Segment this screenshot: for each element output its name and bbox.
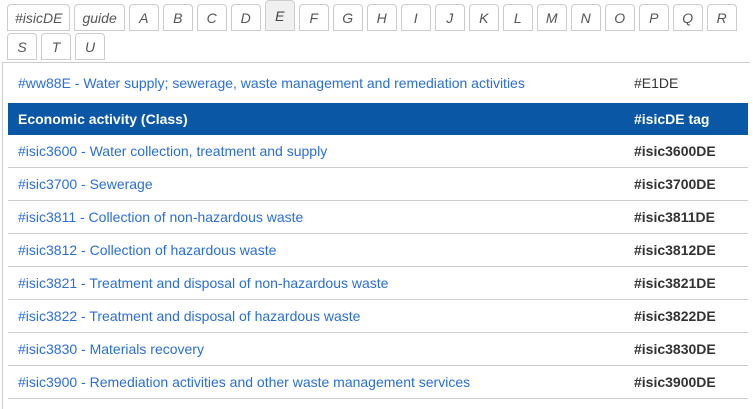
activity-cell: #isic3812 - Collection of hazardous wast… <box>8 233 626 267</box>
tab-p[interactable]: P <box>638 4 669 31</box>
activity-link[interactable]: #isic3821 - Treatment and disposal of no… <box>18 275 388 291</box>
tag-value: #isic3812DE <box>626 233 748 267</box>
activity-link[interactable]: #isic3900 - Remediation activities and o… <box>18 374 470 390</box>
tag-value: #isic3830DE <box>626 332 748 366</box>
section-link[interactable]: #ww88E - Water supply; sewerage, waste m… <box>18 75 525 91</box>
tab-row-2: S T U <box>7 33 753 60</box>
tab-k[interactable]: K <box>468 4 499 31</box>
activity-cell: #isic3700 - Sewerage <box>8 167 626 201</box>
section-tag: #E1DE <box>634 75 679 91</box>
tab-c[interactable]: C <box>196 4 227 31</box>
tab-o[interactable]: O <box>604 4 635 31</box>
table-header-row: Economic activity (Class) #isicDE tag <box>8 103 748 135</box>
tab-m[interactable]: M <box>536 4 567 31</box>
tab-l[interactable]: L <box>502 4 533 31</box>
table-row: #isic3822 - Treatment and disposal of ha… <box>8 299 748 333</box>
tab-q[interactable]: Q <box>672 4 703 31</box>
tab-guide[interactable]: guide <box>74 4 125 31</box>
activity-cell: #isic3600 - Water collection, treatment … <box>8 135 626 168</box>
tab-r[interactable]: R <box>706 4 737 31</box>
table-row: #isic3900 - Remediation activities and o… <box>8 365 748 399</box>
section-row: #ww88E - Water supply; sewerage, waste m… <box>8 63 748 103</box>
tab-u[interactable]: U <box>75 33 105 60</box>
tab-a[interactable]: A <box>128 4 159 31</box>
tab-f[interactable]: F <box>298 4 329 31</box>
table-row: #isic3600 - Water collection, treatment … <box>8 135 748 168</box>
content-panel: #ww88E - Water supply; sewerage, waste m… <box>2 62 750 409</box>
tag-value: #isic3821DE <box>626 266 748 300</box>
tab-d[interactable]: D <box>230 4 261 31</box>
activity-cell: #isic3900 - Remediation activities and o… <box>8 365 626 399</box>
tab-isicde[interactable]: #isicDE <box>7 4 71 31</box>
activity-cell: #isic3821 - Treatment and disposal of no… <box>8 266 626 300</box>
column-header-activity: Economic activity (Class) <box>8 103 626 135</box>
table-row: #isic3830 - Materials recovery #isic3830… <box>8 332 748 366</box>
column-header-tag: #isicDE tag <box>626 103 748 135</box>
table-row: #isic3821 - Treatment and disposal of no… <box>8 266 748 300</box>
tab-bar: #isicDE guide A B C D E F G H I J K L M … <box>0 0 753 60</box>
tab-b[interactable]: B <box>162 4 193 31</box>
activity-cell: #isic3822 - Treatment and disposal of ha… <box>8 299 626 333</box>
tag-value: #isic3811DE <box>626 200 748 234</box>
tab-g[interactable]: G <box>332 4 363 31</box>
section-link-cell: #ww88E - Water supply; sewerage, waste m… <box>8 63 626 103</box>
activity-link[interactable]: #isic3600 - Water collection, treatment … <box>18 143 327 159</box>
activity-table: #ww88E - Water supply; sewerage, waste m… <box>8 63 748 399</box>
tag-value: #isic3900DE <box>626 365 748 399</box>
activity-link[interactable]: #isic3830 - Materials recovery <box>18 341 204 357</box>
activity-cell: #isic3811 - Collection of non-hazardous … <box>8 200 626 234</box>
tab-t[interactable]: T <box>41 33 71 60</box>
tab-n[interactable]: N <box>570 4 601 31</box>
tab-i[interactable]: I <box>400 4 431 31</box>
tag-value: #isic3822DE <box>626 299 748 333</box>
activity-cell: #isic3830 - Materials recovery <box>8 332 626 366</box>
tab-j[interactable]: J <box>434 4 465 31</box>
activity-link[interactable]: #isic3822 - Treatment and disposal of ha… <box>18 308 360 324</box>
table-row: #isic3811 - Collection of non-hazardous … <box>8 200 748 234</box>
tag-value: #isic3700DE <box>626 167 748 201</box>
tab-e-active[interactable]: E <box>264 0 295 31</box>
table-row: #isic3812 - Collection of hazardous wast… <box>8 233 748 267</box>
activity-link[interactable]: #isic3811 - Collection of non-hazardous … <box>18 209 303 225</box>
tab-row-1: #isicDE guide A B C D E F G H I J K L M … <box>7 0 753 31</box>
tag-value: #isic3600DE <box>626 135 748 168</box>
table-row: #isic3700 - Sewerage #isic3700DE <box>8 167 748 201</box>
activity-link[interactable]: #isic3812 - Collection of hazardous wast… <box>18 242 276 258</box>
tab-s[interactable]: S <box>7 33 37 60</box>
activity-link[interactable]: #isic3700 - Sewerage <box>18 176 153 192</box>
tab-h[interactable]: H <box>366 4 397 31</box>
